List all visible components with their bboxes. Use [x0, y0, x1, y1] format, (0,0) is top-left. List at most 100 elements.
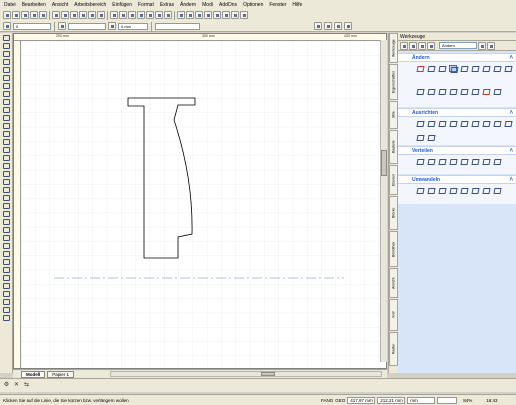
section-header-modify[interactable]: Ändern ˄ [398, 53, 516, 62]
blocks-icon[interactable] [204, 11, 212, 19]
align-left-icon[interactable] [416, 120, 424, 127]
print-icon[interactable] [30, 11, 38, 19]
close-icon[interactable] [487, 41, 495, 50]
menu-item[interactable]: Arbeitsbereich [74, 2, 106, 8]
properties-tool-icon[interactable] [2, 266, 10, 273]
copy-icon[interactable] [427, 88, 435, 95]
fill-tool-icon[interactable] [2, 130, 10, 137]
category-dropdown[interactable]: Ändern [439, 42, 477, 49]
line-tool-icon[interactable] [2, 42, 10, 49]
dock-tab[interactable]: Stile [389, 101, 398, 129]
dock-tab[interactable]: Bauteile [389, 130, 398, 164]
array-icon[interactable] [449, 88, 457, 95]
lock-icon[interactable] [493, 88, 501, 95]
rotate-tool-icon[interactable] [2, 218, 10, 225]
save-file-icon[interactable] [21, 11, 29, 19]
zoom-out-icon[interactable] [128, 11, 136, 19]
ortho-icon[interactable] [324, 22, 332, 30]
hatch-tool-icon[interactable] [2, 122, 10, 129]
erase-icon[interactable] [482, 88, 490, 95]
move-tool-icon[interactable] [2, 234, 10, 241]
mirror-icon[interactable] [482, 65, 490, 72]
distribute-right-icon[interactable] [438, 158, 446, 165]
scale-tool-icon[interactable] [2, 226, 10, 233]
settings-tool-icon[interactable] [2, 314, 10, 321]
stretch-icon[interactable] [504, 65, 512, 72]
extend-icon[interactable] [427, 65, 435, 72]
fillet-icon[interactable] [449, 65, 457, 72]
cut-icon[interactable] [52, 11, 60, 19]
align-grid-icon[interactable] [416, 134, 424, 141]
select-all-icon[interactable] [110, 11, 118, 19]
collapse-icon[interactable]: ˄ [509, 176, 513, 184]
new-file-icon[interactable] [3, 11, 11, 19]
text-tool-icon[interactable] [2, 114, 10, 121]
drawing-area[interactable]: 200 mm 300 mm 400 mm [13, 33, 387, 369]
select-tool-icon[interactable] [2, 34, 10, 41]
color-icon[interactable] [108, 22, 116, 30]
globe-icon[interactable] [427, 41, 435, 50]
layer-field[interactable]: 0 [13, 22, 51, 30]
menu-item[interactable]: Optionen [243, 2, 263, 8]
menu-item[interactable]: Datei [4, 2, 16, 8]
align-middle-icon[interactable] [460, 120, 468, 127]
width-field[interactable]: 0 mm [118, 22, 148, 30]
distribute-middle-icon[interactable] [460, 158, 468, 165]
undo-icon[interactable] [88, 11, 96, 19]
scroll-thumb[interactable] [261, 372, 275, 376]
move-icon[interactable] [409, 41, 417, 50]
rotate-icon[interactable] [416, 88, 424, 95]
settings-icon[interactable]: ⚙ [3, 382, 10, 389]
distribute-center-icon[interactable] [427, 158, 435, 165]
dock-tab[interactable]: Eigenschaften [389, 64, 398, 100]
zoom-tool-icon[interactable] [2, 290, 10, 297]
properties-icon[interactable] [213, 11, 221, 19]
circle-tool-icon[interactable] [2, 66, 10, 73]
distribute-bottom-icon[interactable] [471, 158, 479, 165]
cursor-icon[interactable] [400, 41, 408, 50]
snap-status[interactable]: FANG [321, 398, 333, 403]
distribute-left-icon[interactable] [416, 158, 424, 165]
open-file-icon[interactable] [12, 11, 20, 19]
arc-tool-icon[interactable] [2, 74, 10, 81]
rectangle-tool-icon[interactable] [2, 58, 10, 65]
arrow-icon[interactable]: ⇆ [23, 382, 30, 389]
print-preview-icon[interactable] [39, 11, 47, 19]
dock-tab[interactable]: Blöcke [389, 196, 398, 230]
menu-item[interactable]: AddOns [219, 2, 237, 8]
align-right-icon[interactable] [438, 120, 446, 127]
convert-region-icon[interactable] [460, 187, 468, 194]
menu-item[interactable]: Fenster [269, 2, 286, 8]
table-tool-icon[interactable] [2, 170, 10, 177]
dock-tab[interactable]: Ebenen [389, 165, 398, 195]
break-icon[interactable] [438, 65, 446, 72]
erase-tool-icon[interactable] [2, 250, 10, 257]
menu-item[interactable]: Ansicht [52, 2, 68, 8]
dock-tab[interactable]: Xref [389, 299, 398, 331]
collapse-icon[interactable]: ˄ [509, 54, 513, 62]
dock-tab[interactable]: Bibliothek [389, 231, 398, 267]
offset-icon[interactable] [471, 65, 479, 72]
measure-tool-icon[interactable] [2, 178, 10, 185]
leader-tool-icon[interactable] [2, 146, 10, 153]
spline-tool-icon[interactable] [2, 90, 10, 97]
section-header-distribute[interactable]: Verteilen ˄ [398, 146, 516, 155]
pen-field[interactable] [68, 22, 106, 30]
distribute-top-icon[interactable] [449, 158, 457, 165]
zoom-icon[interactable] [344, 22, 352, 30]
pan-tool-icon[interactable] [2, 298, 10, 305]
point-tool-icon[interactable] [2, 106, 10, 113]
menu-item[interactable]: Einfügen [112, 2, 132, 8]
drawing-canvas[interactable] [14, 34, 387, 369]
convert-block-icon[interactable] [493, 187, 501, 194]
layer-tool-icon[interactable] [2, 258, 10, 265]
curve-tool-icon[interactable] [2, 98, 10, 105]
menu-item[interactable]: Hilfe [292, 2, 302, 8]
convert-text-icon[interactable] [482, 187, 490, 194]
snap-icon[interactable] [314, 22, 322, 30]
align-top-icon[interactable] [449, 120, 457, 127]
dock-tab[interactable]: Werkzeuge [389, 33, 398, 63]
align-center-icon[interactable] [427, 120, 435, 127]
convert-spline-icon[interactable] [438, 187, 446, 194]
style-field[interactable] [155, 22, 200, 30]
